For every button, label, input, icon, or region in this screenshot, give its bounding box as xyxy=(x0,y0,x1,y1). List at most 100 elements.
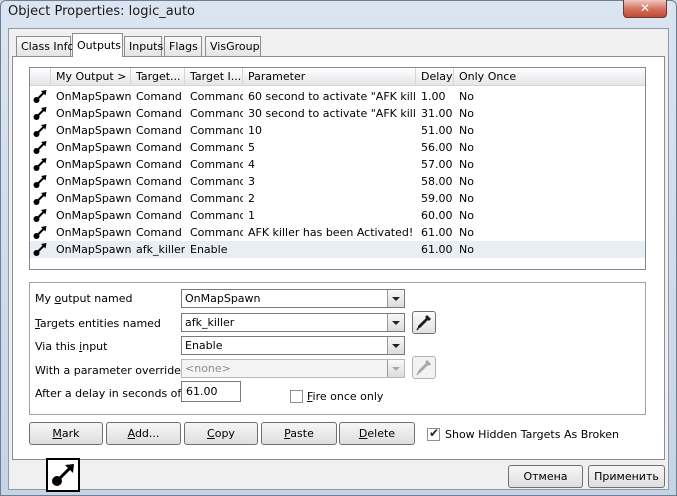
tab-visgroup[interactable]: VisGroup xyxy=(205,36,261,56)
table-row[interactable]: OnMapSpawn Comand Command 60 second to acti… xyxy=(30,88,645,105)
output-connection-icon xyxy=(32,208,48,223)
delay-input[interactable]: 61.00 xyxy=(181,381,241,402)
fire-once-label[interactable]: Fire once only xyxy=(307,390,383,403)
column-header-parameter[interactable]: Parameter xyxy=(243,68,416,86)
tab-flags[interactable]: Flags xyxy=(164,36,202,56)
table-row[interactable]: OnMapSpawn Comand Command 30 second to acti… xyxy=(30,105,645,122)
output-connection-icon xyxy=(32,191,48,206)
row-parameter: 30 second to activate "AFK killer" xyxy=(248,107,416,120)
row-target: afk_killer xyxy=(136,243,185,256)
row-target: Comand xyxy=(136,107,182,120)
table-row[interactable]: OnMapSpawn Comand Command 10 51.00 No xyxy=(30,122,645,139)
row-parameter: 2 xyxy=(248,192,255,205)
window-title: Object Properties: logic_auto xyxy=(8,4,196,19)
row-delay: 56.00 xyxy=(421,141,453,154)
output-connection-icon xyxy=(32,225,48,240)
row-target: Comand xyxy=(136,226,182,239)
table-row[interactable]: OnMapSpawn Comand Command 4 57.00 No xyxy=(30,156,645,173)
row-target-input: Command xyxy=(190,226,243,239)
row-target-input: Command xyxy=(190,124,243,137)
row-delay: 59.00 xyxy=(421,192,453,205)
column-header-only-once[interactable]: Only Once xyxy=(454,68,645,86)
row-target-input: Command xyxy=(190,192,243,205)
delay-label: After a delay in seconds of xyxy=(35,387,182,400)
parameter-override-label: With a parameter override of xyxy=(35,364,195,377)
chevron-down-icon[interactable] xyxy=(387,360,404,377)
my-output-combo[interactable]: OnMapSpawn xyxy=(181,289,405,308)
copy-button[interactable]: Copy xyxy=(184,422,258,445)
row-my-output: OnMapSpawn xyxy=(56,141,131,154)
tab-class-info[interactable]: Class Info xyxy=(16,36,74,56)
via-input-combo[interactable]: Enable xyxy=(181,336,405,355)
column-header-target[interactable]: Target... xyxy=(131,68,185,86)
table-row[interactable]: OnMapSpawn Comand Command 1 60.00 No xyxy=(30,207,645,224)
row-only-once: No xyxy=(459,209,474,222)
row-only-once: No xyxy=(459,107,474,120)
cancel-button[interactable]: Отмена xyxy=(508,465,583,488)
row-only-once: No xyxy=(459,226,474,239)
output-connection-icon xyxy=(32,123,48,138)
row-my-output: OnMapSpawn xyxy=(56,209,131,222)
tab-outputs[interactable]: Outputs xyxy=(72,33,123,57)
row-my-output: OnMapSpawn xyxy=(56,192,131,205)
row-parameter xyxy=(243,241,416,258)
row-my-output: OnMapSpawn xyxy=(56,124,131,137)
row-target-input: Command xyxy=(190,175,243,188)
table-row[interactable]: OnMapSpawn Comand Command 3 58.00 No xyxy=(30,173,645,190)
row-delay: 1.00 xyxy=(421,90,446,103)
output-connection-icon xyxy=(52,464,74,486)
row-my-output: OnMapSpawn xyxy=(56,158,131,171)
outputs-list[interactable]: My Output > Target... Target I... Parame… xyxy=(29,67,646,270)
fire-once-checkbox[interactable] xyxy=(290,390,303,403)
chevron-down-icon[interactable] xyxy=(387,314,404,331)
row-target: Comand xyxy=(136,158,182,171)
row-target-input: Command xyxy=(190,141,243,154)
column-header-my-output[interactable]: My Output > xyxy=(51,68,131,86)
row-parameter: AFK killer has been Activated! xyxy=(248,226,414,239)
output-connection-icon xyxy=(32,174,48,189)
show-hidden-checkbox[interactable] xyxy=(427,426,440,441)
row-my-output: OnMapSpawn xyxy=(56,90,131,103)
eyedropper-icon xyxy=(416,315,431,331)
paste-button[interactable]: Paste xyxy=(261,422,337,445)
output-connection-icon xyxy=(32,89,48,104)
chevron-down-icon[interactable] xyxy=(387,290,404,307)
row-parameter: 5 xyxy=(248,141,255,154)
show-hidden-label[interactable]: Show Hidden Targets As Broken xyxy=(445,428,619,441)
apply-button[interactable]: Применить xyxy=(588,465,665,488)
close-button[interactable]: ✕ xyxy=(623,0,667,18)
row-target: Comand xyxy=(136,209,182,222)
targets-combo[interactable]: afk_killer xyxy=(181,313,405,332)
chevron-down-icon[interactable] xyxy=(387,337,404,354)
table-row[interactable]: OnMapSpawn Comand Command AFK killer has be… xyxy=(30,224,645,241)
row-parameter: 1 xyxy=(248,209,255,222)
parameter-override-combo[interactable]: <none> xyxy=(181,359,405,378)
table-row[interactable]: OnMapSpawn afk_killer Enable 61.00 No xyxy=(30,241,645,258)
row-target: Comand xyxy=(136,175,182,188)
output-connection-icon xyxy=(32,106,48,121)
table-row[interactable]: OnMapSpawn Comand Command 5 56.00 No xyxy=(30,139,645,156)
pick-target-button[interactable] xyxy=(412,311,436,334)
row-target-input: Command xyxy=(190,90,243,103)
add-button[interactable]: Add... xyxy=(106,422,181,445)
column-header-icon[interactable] xyxy=(30,68,51,86)
column-header-delay[interactable]: Delay xyxy=(416,68,454,86)
row-delay: 61.00 xyxy=(421,243,453,256)
mark-button[interactable]: Mark xyxy=(29,422,103,445)
targets-value: afk_killer xyxy=(185,316,235,329)
column-header-target-input[interactable]: Target I... xyxy=(185,68,243,86)
delete-button[interactable]: Delete xyxy=(339,422,415,445)
row-only-once: No xyxy=(459,124,474,137)
row-only-once: No xyxy=(459,90,474,103)
row-only-once: No xyxy=(459,141,474,154)
tab-inputs[interactable]: Inputs xyxy=(124,36,163,56)
row-target: Comand xyxy=(136,90,182,103)
table-row[interactable]: OnMapSpawn Comand Command 2 59.00 No xyxy=(30,190,645,207)
targets-label: Targets entities named xyxy=(35,317,161,330)
parameter-override-value: <none> xyxy=(185,362,231,375)
row-target-input: Command xyxy=(190,158,243,171)
row-target: Comand xyxy=(136,141,182,154)
row-target-input: Command xyxy=(190,209,243,222)
row-only-once: No xyxy=(459,175,474,188)
pick-parameter-button[interactable] xyxy=(412,356,436,379)
